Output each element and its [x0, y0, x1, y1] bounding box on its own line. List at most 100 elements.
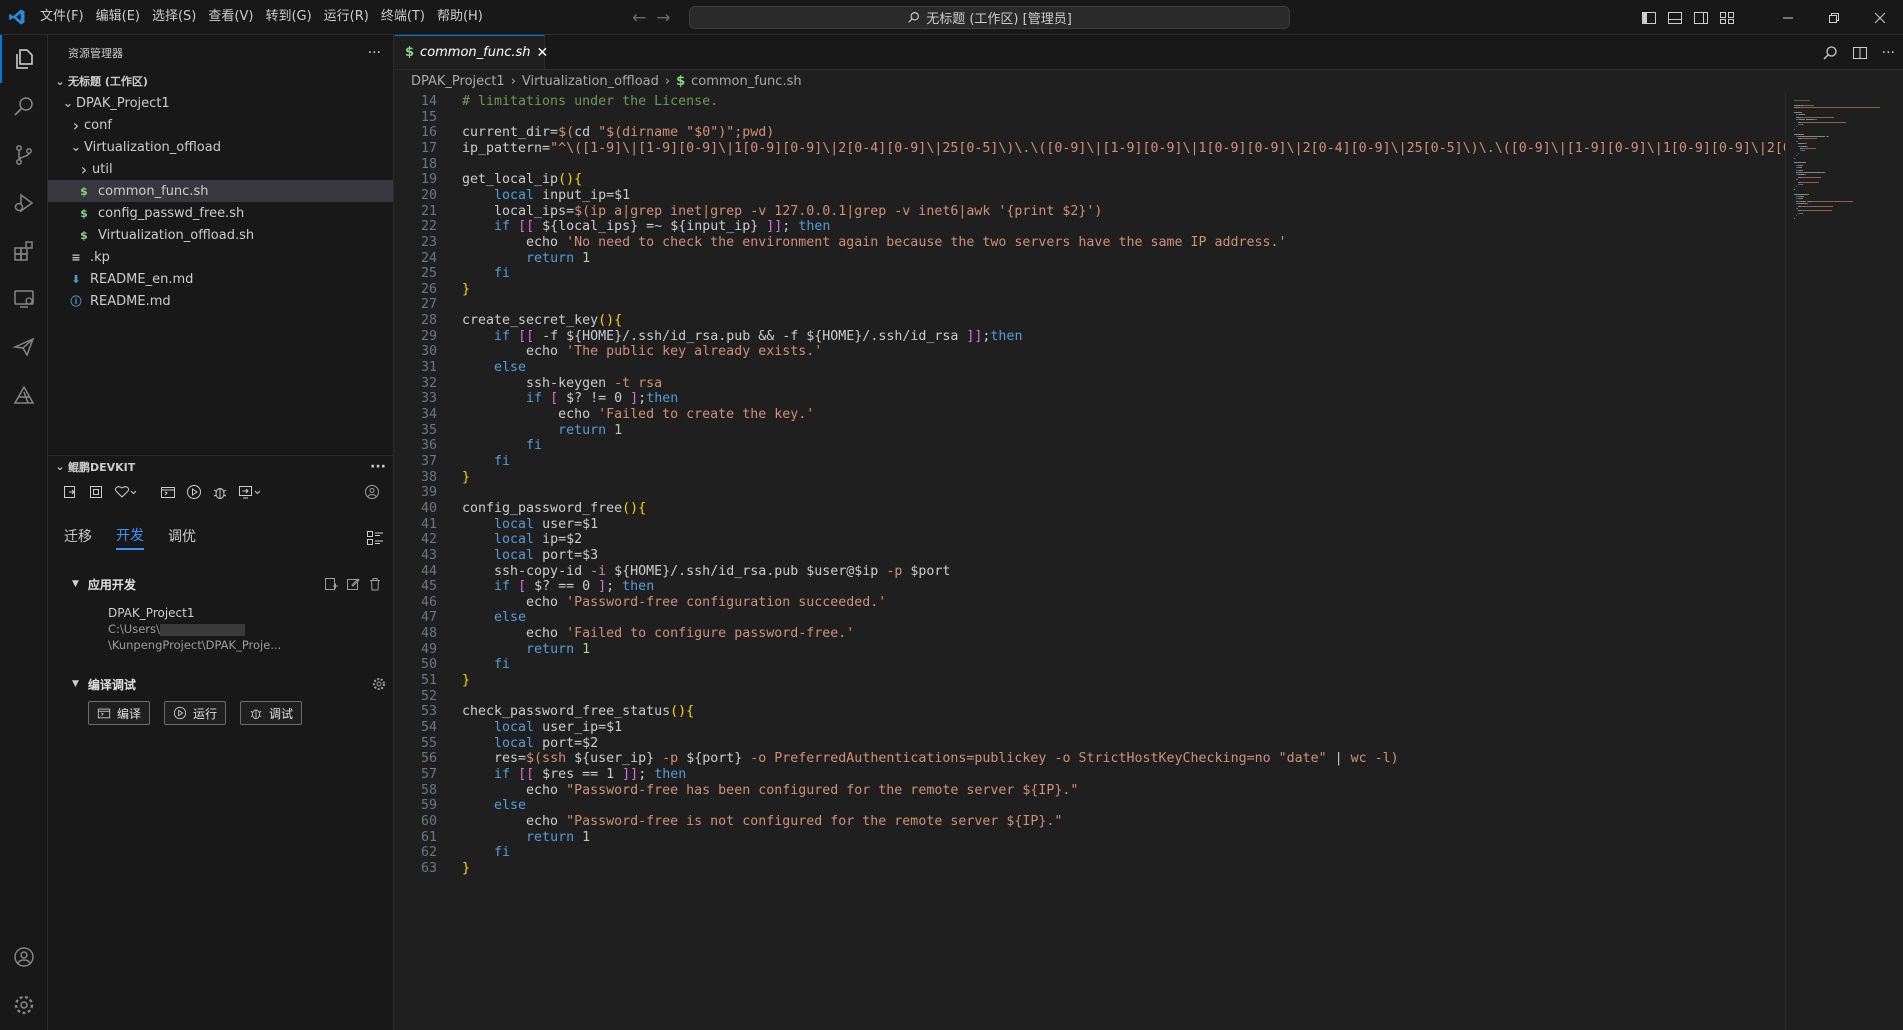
send-icon[interactable]: [0, 323, 48, 371]
split-editor-icon[interactable]: [1852, 45, 1868, 61]
command-center-text: 无标题 (工作区) [管理员]: [926, 12, 1072, 27]
project-entry[interactable]: DPAK_Project1 C:\Users\ \KunpengProject\D…: [48, 605, 394, 653]
devkit-section-header[interactable]: ⌄ 鲲鹏DEVKIT ···: [48, 455, 394, 477]
menu-item[interactable]: 帮助(H): [431, 5, 489, 29]
tab-migrate[interactable]: 迁移: [64, 526, 92, 549]
user-account-icon[interactable]: [364, 484, 380, 500]
minimap-line: [1794, 100, 1810, 101]
more-actions-icon[interactable]: ···: [368, 45, 381, 61]
accounts-icon[interactable]: [0, 933, 48, 981]
minimap-line: [1799, 164, 1803, 166]
app-dev-label: 应用开发: [87, 577, 136, 592]
menu-item[interactable]: 终端(T): [375, 5, 431, 29]
minimap-line: [1800, 210, 1832, 212]
code-view[interactable]: 14 # limitations under the License. 15 16 cu…: [395, 92, 1785, 1030]
toggle-primary-sidebar-icon[interactable]: [1641, 10, 1657, 26]
tree-folder[interactable]: › conf: [48, 114, 393, 136]
tree-file[interactable]: ⬇ README_en.md: [48, 268, 393, 290]
minimap-line: [1800, 205, 1833, 207]
tree-file[interactable]: $ config_passwd_free.sh: [48, 202, 393, 224]
compile-debug-label: 编译调试: [87, 677, 136, 692]
back-arrow-icon[interactable]: ←: [632, 8, 646, 28]
minimap-line: [1796, 155, 1797, 157]
menu-item[interactable]: 运行(R): [318, 5, 375, 29]
minimap-line: [1794, 188, 1795, 190]
tree-file[interactable]: $ Virtualization_offload.sh: [48, 224, 393, 246]
compile-debug-group[interactable]: ▼ 编译调试: [48, 671, 394, 697]
health-check-icon[interactable]: [114, 484, 136, 500]
app-dev-group[interactable]: ▼ 应用开发: [48, 571, 394, 597]
import-project-icon[interactable]: [88, 484, 104, 500]
run-button[interactable]: 运行: [164, 701, 227, 725]
code-token: # limitations under the License.: [462, 94, 719, 109]
run-icon[interactable]: [186, 484, 202, 500]
more-actions-icon[interactable]: ···: [1882, 45, 1895, 61]
forward-arrow-icon[interactable]: →: [656, 8, 670, 28]
minimap-line: [1807, 193, 1809, 195]
restore-button[interactable]: [1811, 0, 1857, 35]
menu-item[interactable]: 转到(G): [259, 5, 317, 29]
tree-file[interactable]: ≡ .kp: [48, 246, 393, 268]
menu-item[interactable]: 选择(S): [146, 5, 202, 29]
devkit-more-icon[interactable]: ···: [370, 459, 386, 475]
tree-file[interactable]: ⓘ README.md: [48, 290, 393, 312]
search-view-icon[interactable]: [0, 83, 48, 131]
file-tree: ⌄ DPAK_Project1 › conf ⌄ Virtualization_offlo…: [48, 92, 393, 312]
compile-icon[interactable]: [160, 484, 176, 500]
minimap-line: [1799, 167, 1802, 169]
tree-folder[interactable]: ⌄ Virtualization_offload: [48, 136, 393, 158]
tree-item-label: Virtualization_offload.sh: [98, 227, 255, 243]
editor-tab-common-func[interactable]: $ common_func.sh ✕: [395, 35, 548, 69]
tree-item-label: config_passwd_free.sh: [98, 205, 245, 221]
menu-item[interactable]: 编辑(E): [90, 5, 146, 29]
minimap[interactable]: [1785, 92, 1903, 1030]
remote-explorer-icon[interactable]: [0, 275, 48, 323]
menu-item[interactable]: 查看(V): [202, 5, 259, 29]
source-control-icon[interactable]: [0, 131, 48, 179]
command-center[interactable]: 无标题 (工作区) [管理员]: [689, 6, 1290, 29]
close-window-button[interactable]: [1857, 0, 1903, 35]
edit-project-icon[interactable]: [346, 577, 360, 591]
minimize-button[interactable]: [1765, 0, 1811, 35]
delete-project-icon[interactable]: [368, 577, 382, 591]
tab-tune[interactable]: 调优: [168, 526, 196, 549]
code-token: "^\([1-9]\|[1-9][0-9]\|1[0-9][0-9]\|2[0-…: [550, 140, 1785, 156]
minimap-line: [1796, 140, 1798, 142]
debug-button[interactable]: 调试: [240, 701, 303, 725]
breadcrumb-item[interactable]: Virtualization_offload: [522, 74, 659, 89]
settings-gear-icon[interactable]: [0, 981, 48, 1029]
add-project-icon[interactable]: [324, 577, 338, 591]
extensions-icon[interactable]: [0, 227, 48, 275]
list-view-icon[interactable]: [366, 529, 384, 547]
kunpeng-devkit-icon[interactable]: [0, 371, 48, 419]
menu-item[interactable]: 文件(F): [34, 5, 90, 29]
vscode-logo-icon: [0, 0, 34, 35]
search-icon[interactable]: [1822, 45, 1838, 61]
tree-folder[interactable]: ⌄ DPAK_Project1: [48, 92, 393, 114]
run-debug-icon[interactable]: [0, 179, 48, 227]
new-project-icon[interactable]: [62, 484, 78, 500]
debug-bug-icon[interactable]: [212, 484, 228, 500]
tab-develop[interactable]: 开发: [116, 525, 144, 550]
tree-file[interactable]: $ common_func.sh: [48, 180, 393, 202]
close-tab-icon[interactable]: ✕: [537, 45, 549, 61]
minimap-line: [1796, 179, 1798, 181]
breadcrumb-item[interactable]: DPAK_Project1: [411, 74, 505, 89]
compile-button[interactable]: 编译: [88, 701, 151, 725]
code-token: return: [526, 250, 583, 266]
toggle-secondary-sidebar-icon[interactable]: [1693, 10, 1709, 26]
tree-folder[interactable]: › util: [48, 158, 393, 180]
code-line: 63}: [395, 859, 470, 878]
workspace-root[interactable]: ⌄ 无标题 (工作区): [48, 70, 393, 92]
code-token: ${port}: [686, 751, 743, 767]
code-token: |: [1334, 751, 1351, 767]
breadcrumb-item[interactable]: common_func.sh: [691, 74, 801, 89]
minimap-line: [1804, 174, 1806, 176]
deploy-icon[interactable]: [238, 484, 262, 500]
code-token: return: [526, 641, 583, 657]
toggle-panel-icon[interactable]: [1667, 10, 1683, 26]
explorer-icon[interactable]: [0, 35, 48, 83]
settings-gear-small-icon[interactable]: [372, 677, 386, 691]
customize-layout-icon[interactable]: [1719, 10, 1735, 26]
shell-file-icon: $: [80, 228, 88, 242]
